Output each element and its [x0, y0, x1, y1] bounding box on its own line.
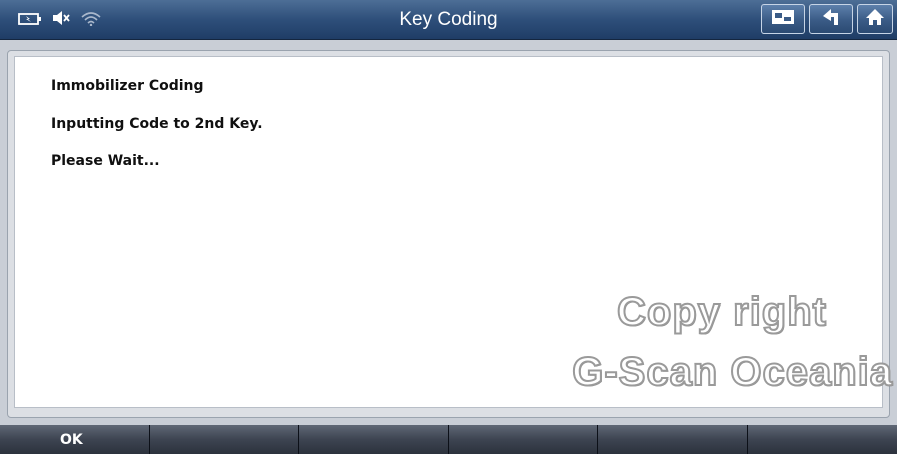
function-key-4[interactable] [448, 425, 598, 454]
message-line-2: Inputting Code to 2nd Key. [51, 116, 263, 132]
home-icon [865, 7, 885, 31]
watermark-line-2: G-Scan Oceania [571, 349, 893, 395]
message-line-1: Immobilizer Coding [51, 78, 204, 94]
function-key-6[interactable] [747, 425, 897, 454]
function-key-2[interactable] [149, 425, 299, 454]
monitor-icon [770, 8, 796, 30]
function-key-5[interactable] [598, 425, 748, 454]
ok-button[interactable]: OK [0, 425, 150, 454]
message-line-3: Please Wait... [51, 153, 160, 169]
function-key-3[interactable] [299, 425, 449, 454]
home-button[interactable] [857, 4, 893, 34]
title-bar: Key Coding [0, 0, 897, 40]
back-button[interactable] [809, 4, 853, 34]
monitor-button[interactable] [761, 4, 805, 34]
back-arrow-icon [820, 7, 842, 31]
function-key-bar: OK [0, 425, 897, 454]
watermark-line-1: Copy right [616, 289, 827, 335]
